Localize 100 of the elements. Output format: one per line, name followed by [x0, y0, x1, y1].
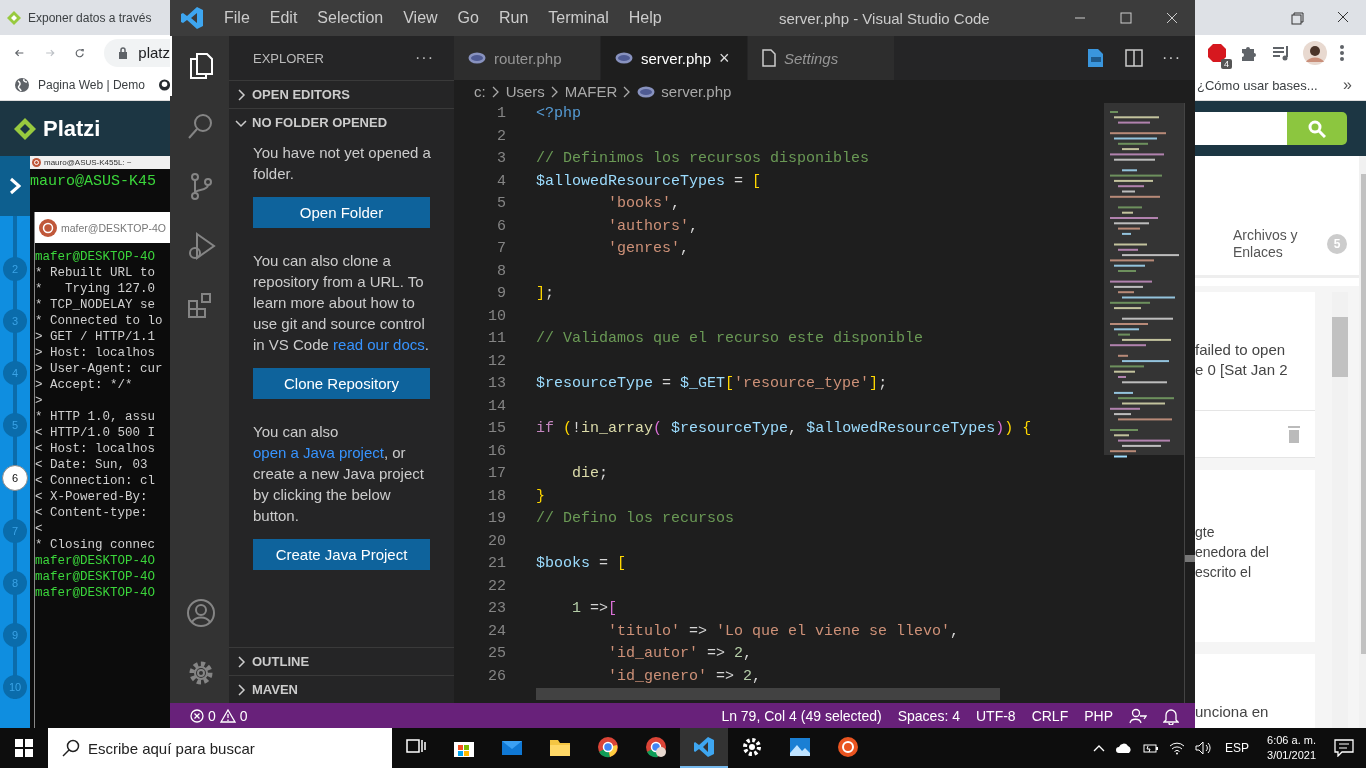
step-marker[interactable]: 6 — [2, 465, 28, 491]
action-button[interactable]: Clone Repository — [253, 368, 430, 399]
line-number: 17 — [487, 464, 506, 484]
bell-icon[interactable] — [1163, 706, 1179, 725]
settings-icon[interactable] — [741, 736, 763, 758]
link[interactable]: open a Java project — [253, 444, 384, 461]
paragraph: You can also clone a repository from a URL. To learn more about how to use git and source control in VS Code read our docs. — [253, 251, 430, 355]
section-header[interactable]: OUTLINE — [229, 647, 454, 675]
language-indicator[interactable]: ESP — [1225, 741, 1250, 755]
address-field[interactable]: platz — [104, 38, 170, 67]
terminal-line: * Trying 127.0 — [35, 281, 157, 297]
photos-icon[interactable] — [789, 736, 811, 758]
lock-icon — [118, 46, 129, 59]
line-number: 3 — [496, 149, 506, 169]
close-button[interactable]: × — [719, 47, 730, 69]
bookmark-link[interactable]: ¿Cómo usar bases... — [1197, 77, 1318, 93]
adblock-icon[interactable] — [1207, 42, 1227, 63]
tab-label: server.php — [641, 49, 712, 67]
terminal-line: < HTTP/1.0 500 I — [35, 425, 157, 441]
code-line: // Validamos que el recurso este disponible — [536, 329, 925, 349]
avatar-icon[interactable] — [1303, 40, 1327, 65]
bookmark-icon[interactable] — [158, 77, 170, 93]
code-line: } — [536, 486, 546, 507]
breadcrumb-item[interactable]: MAFER — [564, 83, 618, 100]
scrollbar-thumb[interactable] — [1332, 317, 1348, 377]
chevron-right-icon — [9, 177, 21, 195]
cloud-icon[interactable] — [1115, 742, 1134, 754]
line-number: 23 — [487, 599, 506, 619]
search-field[interactable]: Escribe aquí para buscar — [48, 728, 392, 768]
menu-item[interactable]: Terminal — [538, 9, 619, 27]
caret-up-icon[interactable] — [1093, 744, 1106, 752]
line-number: 5 — [496, 194, 506, 214]
browser-icon[interactable] — [645, 736, 667, 758]
ubuntu-icon — [32, 158, 41, 167]
action-button[interactable]: Open Folder — [253, 197, 430, 228]
editor-tab[interactable]: router.php — [454, 36, 601, 80]
menu-item[interactable]: Selection — [307, 9, 394, 27]
logo-icon — [13, 116, 37, 141]
sidebar-toggle[interactable] — [0, 156, 30, 216]
volume-icon[interactable] — [1195, 741, 1212, 755]
section-header[interactable]: NO FOLDER OPENED — [229, 108, 454, 136]
search-field[interactable] — [1195, 112, 1287, 145]
link[interactable]: read our docs — [333, 336, 425, 353]
menu-item[interactable]: Run — [488, 9, 539, 27]
more-button[interactable]: ··· — [1162, 49, 1181, 67]
code-line: if (!in_array( $resourceType, $allowedResourceTypes)) { — [536, 419, 1033, 439]
terminal-line: > Host: localhos — [35, 345, 157, 361]
breadcrumb-item[interactable]: Users — [505, 83, 545, 100]
feedback-icon[interactable] — [1129, 706, 1147, 725]
menu-item[interactable]: Help — [618, 9, 672, 27]
scrollbar-thumb[interactable] — [536, 688, 1000, 700]
terminal-line: * Rebuilt URL to — [35, 265, 157, 281]
terminal-line: * Connected to lo — [35, 313, 164, 329]
terminal-line: > Accept: */* — [35, 377, 134, 393]
problems-button[interactable]: 0 0 — [182, 703, 256, 728]
start-icon[interactable] — [15, 739, 33, 757]
terminal-line: * TCP_NODELAY se — [35, 297, 157, 313]
file-type-icon — [637, 85, 656, 98]
more-button[interactable]: » — [1343, 76, 1352, 94]
menu-icon[interactable] — [1339, 43, 1345, 62]
file-icon — [762, 49, 776, 67]
open-preview-icon[interactable] — [1086, 48, 1106, 68]
line-number: 2 — [496, 126, 506, 147]
window-title: server.php - Visual Studio Code — [778, 9, 991, 27]
browser-icon[interactable] — [597, 736, 619, 758]
scrollbar-thumb[interactable] — [1185, 555, 1195, 562]
code-line: 'id_autor' => 2, — [607, 644, 754, 664]
account-icon[interactable] — [185, 598, 216, 628]
breadcrumb-item[interactable]: c: — [474, 83, 486, 100]
ubuntu-icon[interactable] — [837, 736, 859, 758]
more-button[interactable]: ··· — [415, 49, 434, 67]
status-item[interactable]: UTF-8 — [967, 703, 1024, 728]
code-line: // Defino los recursos — [536, 509, 736, 529]
line-number: 11 — [487, 329, 506, 349]
battery-icon[interactable] — [1143, 742, 1160, 754]
status-item[interactable]: Spaces: 4 — [889, 703, 968, 728]
terminal-line: mafer@DESKTOP-4O — [35, 249, 157, 265]
logo-text: Platzi — [43, 115, 101, 142]
line-number: 22 — [487, 576, 506, 597]
action-button[interactable]: Create Java Project — [253, 539, 430, 570]
terminal-line: < Content-type: — [35, 505, 149, 521]
breadcrumb-item[interactable]: server.php — [637, 83, 732, 100]
status-item[interactable]: Ln 79, Col 4 (49 selected) — [713, 703, 890, 728]
menu-item[interactable]: View — [393, 9, 448, 27]
status-item[interactable]: PHP — [1076, 703, 1121, 728]
line-number: 7 — [496, 239, 506, 259]
line-number: 8 — [496, 261, 506, 282]
clock[interactable]: 6:06 a. m. 3/01/2021 — [1267, 733, 1316, 763]
wifi-icon[interactable] — [1169, 741, 1186, 755]
notifications-icon[interactable] — [1334, 739, 1354, 757]
bookmark-link[interactable]: Pagina Web | Demo — [14, 77, 145, 93]
menu-item[interactable]: Edit — [259, 9, 308, 27]
menu-item[interactable]: Go — [447, 9, 489, 27]
editor-tab[interactable]: server.php × — [601, 36, 748, 80]
editor-tab[interactable]: Settings — [748, 36, 895, 80]
code-editor-icon[interactable] — [693, 736, 715, 758]
split-editor-icon[interactable] — [1124, 48, 1144, 68]
menu-item[interactable]: File — [214, 9, 260, 27]
section-header[interactable]: OPEN EDITORS — [229, 80, 454, 108]
status-item[interactable]: CRLF — [1023, 703, 1077, 728]
